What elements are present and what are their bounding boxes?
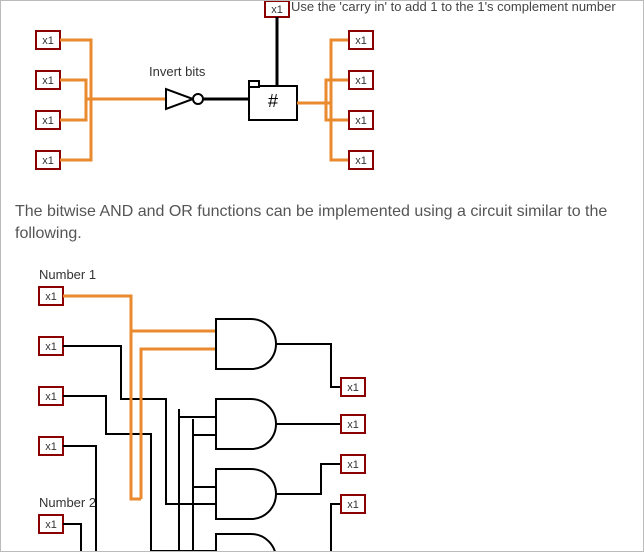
out-port-2: x1 [341,455,365,473]
and-gate-0 [216,319,276,369]
n1-port-1: x1 [39,337,63,355]
bus-out-3 [331,103,349,160]
svg-text:x1: x1 [42,35,54,47]
output-port-1: x1 [349,71,373,89]
output-port-3: x1 [349,151,373,169]
diagram-bitwise-and-or: Number 1 x1 x1 x1 x1 Number 2 x1 [1,259,644,552]
and-gate-1 [216,399,276,449]
out-port-3: x1 [341,495,365,513]
n1-wire-a-top [63,296,216,331]
number1-label: Number 1 [39,267,96,282]
adder-block: # [249,81,297,120]
bus-in-2 [60,99,86,120]
out-port-1: x1 [341,415,365,433]
out-wire-2 [276,464,341,494]
n1-port-2: x1 [39,387,63,405]
bridge-paragraph: The bitwise AND and OR functions can be … [15,201,615,244]
svg-text:x1: x1 [45,519,57,531]
svg-text:x1: x1 [42,115,54,127]
svg-text:x1: x1 [355,75,367,87]
carry-in-annotation: Use the 'carry in' to add 1 to the 1's c… [291,1,616,14]
n1-port-3: x1 [39,437,63,455]
svg-text:x1: x1 [45,341,57,353]
invert-bits-label: Invert bits [149,64,206,79]
n1-port-0: x1 [39,287,63,305]
input-port-0: x1 [36,31,60,49]
input-port-1: x1 [36,71,60,89]
bus-out-2 [326,103,349,120]
svg-text:x1: x1 [355,155,367,167]
n2-wire-a [63,524,81,552]
input-port-2: x1 [36,111,60,129]
inverter-gate [166,89,203,109]
out-wire-0 [276,344,341,387]
svg-text:x1: x1 [271,4,283,16]
svg-text:#: # [268,91,278,111]
output-port-2: x1 [349,111,373,129]
svg-text:x1: x1 [45,441,57,453]
carry-in-port: x1 [265,1,289,17]
n2-port-0: x1 [39,515,63,533]
svg-text:x1: x1 [347,459,359,471]
bus-out-1 [326,80,349,103]
out-wire-3 [276,504,341,552]
bus-in-1 [60,80,86,99]
svg-text:x1: x1 [347,419,359,431]
input-port-3: x1 [36,151,60,169]
svg-text:x1: x1 [347,382,359,394]
svg-text:x1: x1 [347,499,359,511]
bus-out-0 [331,40,349,103]
number2-label: Number 2 [39,495,96,510]
svg-text:x1: x1 [45,291,57,303]
diagram-twos-complement: Use the 'carry in' to add 1 to the 1's c… [1,1,644,181]
page: Use the 'carry in' to add 1 to the 1's c… [0,0,644,552]
and-gate-2 [216,469,276,519]
svg-text:x1: x1 [42,155,54,167]
svg-text:x1: x1 [355,115,367,127]
svg-text:x1: x1 [45,391,57,403]
out-port-0: x1 [341,378,365,396]
and-gate-3 [216,534,276,552]
output-port-0: x1 [349,31,373,49]
svg-text:x1: x1 [355,35,367,47]
svg-text:x1: x1 [42,75,54,87]
